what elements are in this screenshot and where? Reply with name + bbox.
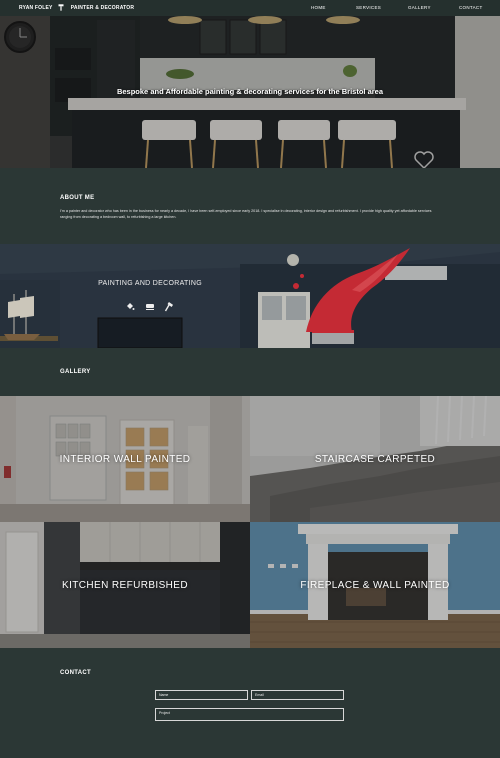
email-field[interactable]: Email xyxy=(251,690,344,700)
gallery-header: GALLERY xyxy=(0,348,500,396)
about-heading: ABOUT ME xyxy=(60,195,95,201)
gallery-caption-staircase: STAIRCASE CARPETED xyxy=(314,454,436,465)
name-field-placeholder: Name xyxy=(159,693,169,697)
gallery-item-kitchen[interactable]: KITCHEN REFURBISHED xyxy=(0,522,250,648)
roller-icon xyxy=(146,304,154,310)
email-field-placeholder: Email xyxy=(255,693,264,697)
project-field-placeholder: Project xyxy=(159,711,170,715)
nav-link-contact[interactable]: CONTACT xyxy=(459,5,483,10)
gallery-caption-fireplace: FIREPLACE & WALL PAINTED xyxy=(300,580,450,591)
gallery-item-fireplace[interactable]: FIREPLACE & WALL PAINTED xyxy=(250,522,500,648)
gallery-heading: GALLERY xyxy=(60,369,91,375)
hero-section: Bespoke and Affordable painting & decora… xyxy=(0,16,500,168)
top-navigation: RYAN FOLEY PAINTER & DECORATOR HOME SERV… xyxy=(0,0,500,16)
nav-link-services[interactable]: SERVICES xyxy=(356,5,381,10)
brand-logo[interactable]: RYAN FOLEY PAINTER & DECORATOR xyxy=(19,4,134,11)
gallery-item-interior-wall[interactable]: INTERIOR WALL PAINTED xyxy=(0,396,250,522)
about-section: ABOUT ME I'm a painter and decorator who… xyxy=(0,168,500,244)
gallery-item-staircase[interactable]: STAIRCASE CARPETED xyxy=(250,396,500,522)
hammer-icon xyxy=(164,302,174,312)
nav-link-home[interactable]: HOME xyxy=(311,5,326,10)
services-section: PAINTING AND DECORATING xyxy=(0,244,500,348)
about-text: I'm a painter and decorator who has been… xyxy=(60,209,432,219)
brand-role: PAINTER & DECORATOR xyxy=(70,4,135,11)
name-field[interactable]: Name xyxy=(155,690,248,700)
paint-bucket-icon xyxy=(127,303,135,310)
contact-heading: CONTACT xyxy=(60,670,91,676)
nav-link-gallery[interactable]: GALLERY xyxy=(408,5,431,10)
services-title: PAINTING AND DECORATING xyxy=(98,280,202,287)
hero-tagline: Bespoke and Affordable painting & decora… xyxy=(116,87,384,96)
brand-name: RYAN FOLEY xyxy=(19,4,53,11)
services-room-image xyxy=(0,244,500,348)
paint-brush-icon xyxy=(58,4,64,11)
gallery-caption-kitchen: KITCHEN REFURBISHED xyxy=(62,580,188,591)
contact-section: CONTACT Name Email Project xyxy=(0,648,500,758)
project-field[interactable]: Project xyxy=(155,708,344,721)
gallery-caption-interior-wall: INTERIOR WALL PAINTED xyxy=(59,454,191,465)
